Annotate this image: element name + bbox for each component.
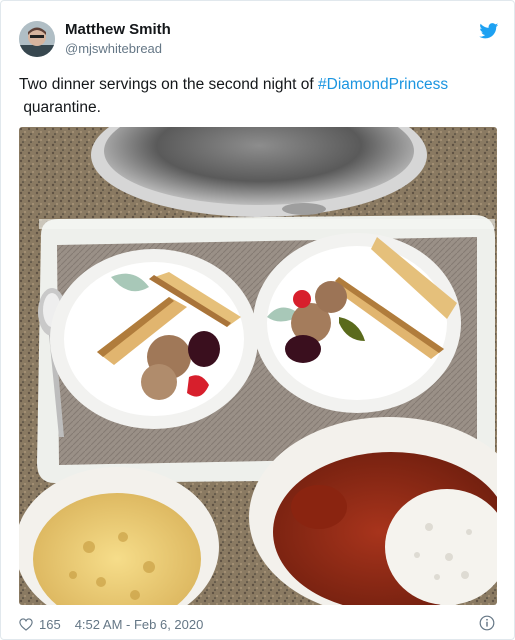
like-count[interactable]: 165 <box>39 617 61 632</box>
avatar[interactable] <box>19 21 55 57</box>
hashtag-link[interactable]: #DiamondPrincess <box>318 76 448 93</box>
author-handle[interactable]: @mjswhitebread <box>65 41 162 56</box>
tweet-text-after: quarantine. <box>23 99 101 116</box>
tweet-card: Matthew Smith @mjswhitebread Two dinner … <box>0 0 515 640</box>
author-name[interactable]: Matthew Smith <box>65 21 171 38</box>
timestamp[interactable]: 4:52 AM - Feb 6, 2020 <box>75 617 204 632</box>
twitter-bird-icon[interactable] <box>479 23 499 39</box>
heart-outline-icon[interactable] <box>19 617 33 631</box>
tweet-text-before: Two dinner servings on the second night … <box>19 76 318 93</box>
tweet-text: Two dinner servings on the second night … <box>19 73 489 119</box>
tweet-photo[interactable] <box>19 127 497 605</box>
info-icon[interactable] <box>479 615 495 631</box>
food-tray-photo <box>19 127 497 605</box>
tweet-footer: 165 4:52 AM - Feb 6, 2020 <box>19 615 203 633</box>
avatar-image <box>19 21 55 57</box>
